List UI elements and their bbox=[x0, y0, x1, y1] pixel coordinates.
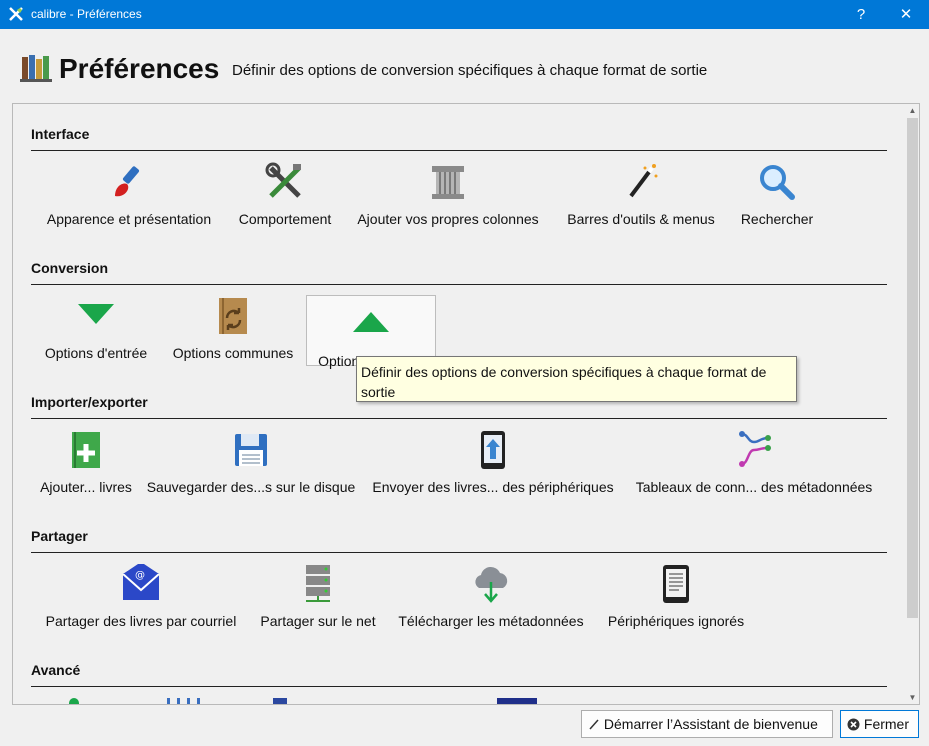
library-books-icon bbox=[20, 55, 52, 82]
help-button[interactable]: ? bbox=[838, 0, 884, 29]
svg-text:@: @ bbox=[135, 570, 145, 581]
column-icon bbox=[432, 166, 464, 199]
tooltip: Définir des options de conversion spécif… bbox=[356, 356, 797, 402]
pref-share-on-net[interactable]: Partager sur le net bbox=[254, 564, 382, 634]
arrow-up-icon bbox=[353, 312, 389, 332]
vertical-scrollbar[interactable]: ▲ ▼ bbox=[906, 103, 920, 705]
section-title-interface: Interface bbox=[31, 126, 90, 142]
scroll-down-icon[interactable]: ▼ bbox=[906, 691, 919, 704]
scroll-up-icon[interactable]: ▲ bbox=[906, 104, 919, 117]
pref-label: Options communes bbox=[172, 345, 294, 361]
close-window-button[interactable]: ✕ bbox=[883, 0, 929, 29]
advanced-icon-partial bbox=[497, 698, 537, 704]
cloud-download-icon bbox=[475, 566, 508, 603]
email-icon: @ bbox=[122, 564, 160, 600]
section-title-conversion: Conversion bbox=[31, 260, 109, 276]
close-button[interactable]: Fermer bbox=[840, 710, 919, 738]
wand-icon bbox=[589, 719, 599, 730]
advanced-icon-partial bbox=[167, 698, 203, 704]
section-divider bbox=[31, 150, 887, 151]
search-icon bbox=[760, 165, 795, 200]
pref-metadata-plugboards[interactable]: Tableaux de conn... des métadonnées bbox=[629, 430, 879, 500]
close-label: Fermer bbox=[863, 716, 910, 732]
pref-download-metadata[interactable]: Télécharger les métadonnées bbox=[389, 564, 593, 634]
pref-label: Apparence et présentation bbox=[46, 211, 212, 227]
pref-share-by-email[interactable]: @ Partager des livres par courriel bbox=[36, 564, 246, 634]
pref-common-options[interactable]: Options communes bbox=[165, 296, 301, 366]
welcome-wizard-label: Démarrer l’Assistant de bienvenue bbox=[603, 716, 818, 732]
pref-look-and-feel[interactable]: Apparence et présentation bbox=[36, 162, 222, 232]
add-book-icon bbox=[72, 432, 100, 468]
pref-label: Télécharger les métadonnées bbox=[398, 613, 584, 629]
advanced-icon-partial bbox=[69, 698, 79, 704]
pref-search[interactable]: Rechercher bbox=[735, 162, 819, 232]
pref-label: Sauvegarder des...s sur le disque bbox=[146, 479, 356, 495]
pref-saving-books[interactable]: Sauvegarder des...s sur le disque bbox=[143, 430, 359, 500]
page-description: Définir des options de conversion spécif… bbox=[232, 62, 708, 79]
server-icon bbox=[306, 565, 330, 602]
close-icon bbox=[847, 718, 860, 731]
page-title: Préférences bbox=[59, 53, 220, 84]
pref-label: Comportement bbox=[238, 211, 332, 227]
pref-sending-to-device[interactable]: Envoyer des livres... des périphériques bbox=[366, 430, 620, 500]
pref-behavior[interactable]: Comportement bbox=[229, 162, 341, 232]
preferences-panel: Interface Apparence et présentation Comp… bbox=[12, 103, 908, 705]
book-convert-icon bbox=[219, 298, 247, 334]
section-title-advanced: Avancé bbox=[31, 662, 81, 678]
window-title: calibre - Préférences bbox=[31, 7, 142, 21]
advanced-icon-partial bbox=[273, 698, 287, 704]
pref-label: Partager sur le net bbox=[260, 613, 376, 629]
pref-label: Barres d'outils & menus bbox=[567, 211, 715, 227]
save-icon bbox=[235, 434, 267, 466]
page-header: Préférences Définir des options de conve… bbox=[0, 29, 929, 101]
pref-ignored-devices[interactable]: Périphériques ignorés bbox=[601, 564, 751, 634]
section-title-import-export: Importer/exporter bbox=[31, 394, 148, 410]
calibre-app-icon bbox=[9, 7, 23, 21]
section-divider bbox=[31, 284, 887, 285]
section-divider bbox=[31, 418, 887, 419]
pref-label: Ajouter vos propres colonnes bbox=[357, 211, 539, 227]
title-bar: calibre - Préférences ? ✕ bbox=[0, 0, 929, 29]
pref-adding-books[interactable]: Ajouter... livres bbox=[32, 430, 140, 500]
pref-label: Partager des livres par courriel bbox=[45, 613, 237, 629]
advanced-icons-partial bbox=[63, 698, 563, 704]
tools-icon bbox=[265, 162, 301, 198]
paintbrush-icon bbox=[115, 166, 140, 197]
pref-label: Rechercher bbox=[740, 211, 814, 227]
section-title-sharing: Partager bbox=[31, 528, 88, 544]
plugboard-icon bbox=[739, 431, 771, 467]
pref-label: Options d'entrée bbox=[44, 345, 148, 361]
pref-label: Tableaux de conn... des métadonnées bbox=[635, 479, 873, 495]
pref-custom-columns[interactable]: Ajouter vos propres colonnes bbox=[348, 162, 548, 232]
pref-input-options[interactable]: Options d'entrée bbox=[36, 296, 156, 366]
pref-label: Ajouter... livres bbox=[40, 479, 132, 495]
pref-toolbars-menus[interactable]: Barres d'outils & menus bbox=[558, 162, 724, 232]
send-device-icon bbox=[481, 431, 505, 469]
scrollbar-thumb[interactable] bbox=[907, 118, 918, 618]
pref-label: Envoyer des livres... des périphériques bbox=[372, 479, 614, 495]
pref-label: Périphériques ignorés bbox=[607, 613, 745, 629]
arrow-down-icon bbox=[78, 304, 114, 324]
section-divider bbox=[31, 686, 887, 687]
ereader-icon bbox=[663, 565, 689, 603]
section-divider bbox=[31, 552, 887, 553]
welcome-wizard-button[interactable]: Démarrer l’Assistant de bienvenue bbox=[581, 710, 833, 738]
magic-wand-icon bbox=[629, 164, 658, 198]
